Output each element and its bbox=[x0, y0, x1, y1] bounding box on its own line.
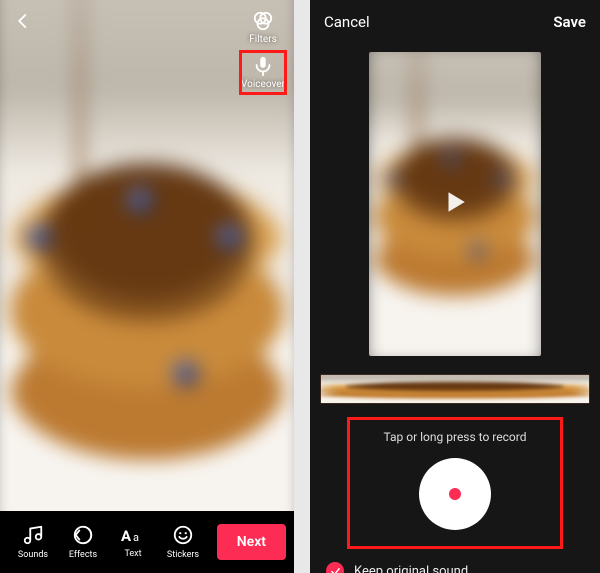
text-button[interactable]: Aa Text bbox=[108, 525, 158, 559]
timeline-scrubber[interactable] bbox=[320, 374, 590, 404]
next-button[interactable]: Next bbox=[217, 524, 286, 560]
text-label: Text bbox=[124, 549, 141, 559]
play-icon bbox=[442, 189, 468, 219]
sounds-button[interactable]: Sounds bbox=[8, 524, 58, 560]
filters-button[interactable]: Filters bbox=[240, 6, 286, 49]
stickers-button[interactable]: Stickers bbox=[158, 524, 208, 560]
record-dot-icon bbox=[449, 488, 461, 500]
voiceover-button[interactable]: Voiceover bbox=[240, 51, 286, 94]
effects-label: Effects bbox=[69, 550, 97, 560]
filters-label: Filters bbox=[249, 35, 277, 45]
record-area: Tap or long press to record bbox=[350, 420, 560, 546]
editor-screen: Filters Voiceover Sounds Effects Aa Text bbox=[0, 0, 294, 573]
sounds-label: Sounds bbox=[18, 550, 48, 560]
check-icon bbox=[326, 562, 344, 573]
svg-text:a: a bbox=[133, 531, 139, 544]
voiceover-label: Voiceover bbox=[241, 80, 285, 90]
svg-text:A: A bbox=[121, 527, 132, 545]
back-button[interactable] bbox=[8, 6, 38, 36]
keep-original-sound-toggle[interactable]: Keep original sound bbox=[310, 546, 600, 573]
cancel-button[interactable]: Cancel bbox=[324, 13, 370, 31]
bottom-toolbar: Sounds Effects Aa Text Stickers Next bbox=[0, 511, 294, 573]
record-button[interactable] bbox=[419, 458, 491, 530]
video-preview-small[interactable] bbox=[369, 52, 541, 356]
voiceover-screen: Cancel Save bbox=[310, 0, 600, 573]
stickers-label: Stickers bbox=[167, 550, 199, 560]
keep-original-label: Keep original sound bbox=[354, 564, 468, 573]
save-button[interactable]: Save bbox=[553, 13, 586, 31]
effects-button[interactable]: Effects bbox=[58, 524, 108, 560]
record-hint: Tap or long press to record bbox=[384, 430, 527, 444]
